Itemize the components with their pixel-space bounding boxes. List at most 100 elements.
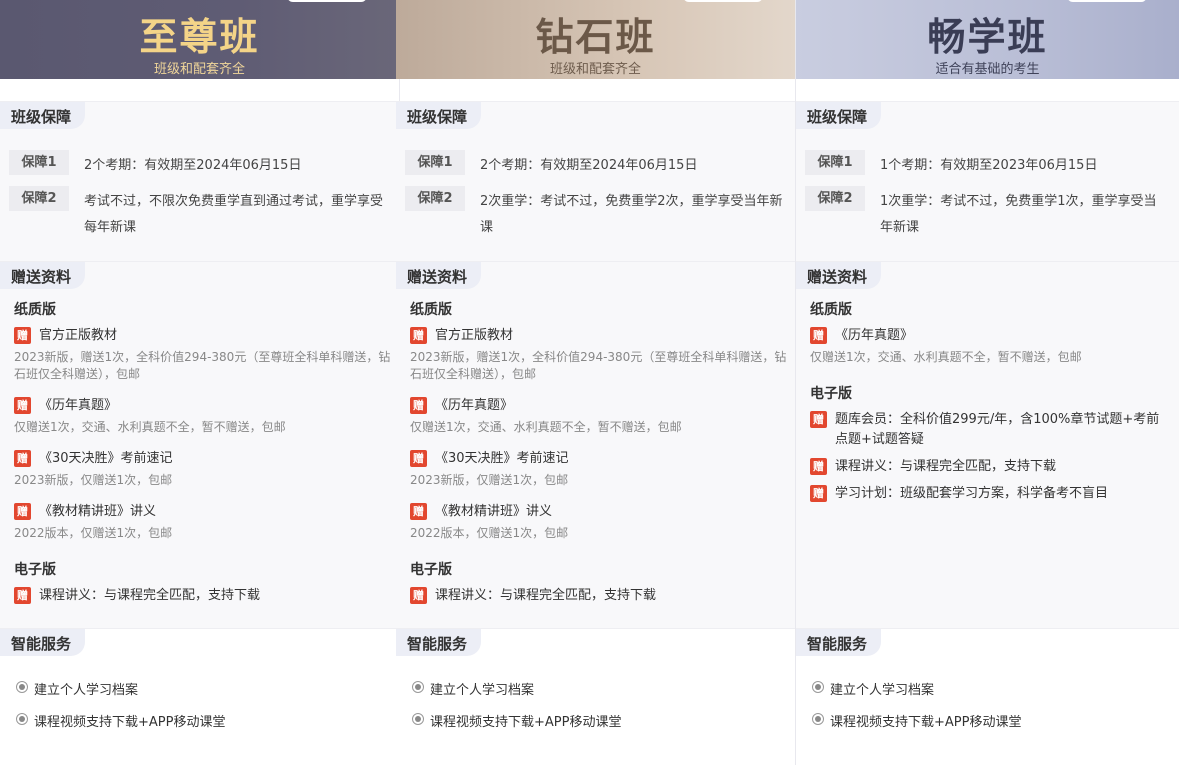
gift-desc: 2023新版，赠送1次，全科价值294-380元（至尊班全科单科赠送，钻石班仅全…	[14, 350, 391, 381]
gift-name: 《历年真题》	[435, 398, 514, 413]
section-heading: 赠送资料	[796, 262, 882, 289]
gift-badge-icon: 赠	[810, 485, 827, 502]
radio-dot-icon	[812, 681, 824, 693]
guarantee-tag: 保障1	[805, 150, 865, 175]
gift-name: 《教材精讲班》讲义	[435, 504, 553, 519]
gift-badge-icon: 赠	[410, 587, 427, 604]
service-label: 课程视频支持下载+APP移动课堂	[34, 715, 226, 730]
gift-section: 赠送资料 纸质版 赠 官方正版教材 2023新版，赠送1次，全科价值294-38…	[0, 261, 399, 628]
gift-name: 课程讲义：与课程完全匹配，支持下载	[39, 588, 261, 603]
paper-heading: 纸质版	[410, 302, 452, 318]
gift-name: 学习计划：班级配套学习方案，科学备考不盲目	[835, 486, 1109, 501]
class-subtitle: 适合有基础的考生	[935, 62, 1040, 77]
gift-name: 官方正版教材	[39, 328, 118, 343]
gift-badge-icon: 赠	[410, 327, 427, 344]
gift-name: 课程讲义：与课程完全匹配，支持下载	[835, 459, 1057, 474]
class-title: 钻石班	[535, 15, 656, 59]
class-subtitle: 班级和配套齐全	[153, 62, 245, 77]
class-title: 畅学班	[927, 15, 1048, 59]
guarantee-text: 1次重学：考试不过，免费重学1次，重学享受当年新课	[880, 194, 1157, 235]
guarantee-tag: 保障2	[9, 186, 69, 211]
section-heading: 赠送资料	[0, 262, 86, 289]
section-heading: 智能服务	[0, 629, 86, 656]
gift-badge-icon: 赠	[14, 450, 31, 467]
gift-desc: 2023新版，赠送1次，全科价值294-380元（至尊班全科单科赠送，钻石班仅全…	[410, 350, 787, 381]
service-section: 智能服务 建立个人学习档案 课程视频支持下载+APP移动课堂	[396, 628, 795, 765]
gift-desc: 2022版本，仅赠送1次，包邮	[14, 526, 173, 540]
guarantee-tag: 保障1	[405, 150, 465, 175]
service-section: 智能服务 建立个人学习档案 课程视频支持下载+APP移动课堂	[796, 628, 1179, 765]
radio-dot-icon	[812, 713, 824, 725]
guarantee-text: 2个考期：有效期至2024年06月15日	[480, 158, 698, 173]
service-section: 智能服务 建立个人学习档案 课程视频支持下载+APP移动课堂	[0, 628, 399, 765]
guarantee-text: 考试不过，不限次免费重学直到通过考试，重学享受每年新课	[84, 194, 384, 235]
gift-badge-icon: 赠	[810, 411, 827, 428]
gift-desc: 2023新版，仅赠送1次，包邮	[14, 473, 173, 487]
gift-badge-icon: 赠	[14, 327, 31, 344]
radio-dot-icon	[16, 713, 28, 725]
class-comparison: 至尊班 班级和配套齐全 班级保障 保障1 2个考期：有效期至2024年06月15…	[0, 0, 1179, 765]
guarantee-text: 2次重学：考试不过，免费重学2次，重学享受当年新课	[480, 194, 783, 235]
service-label: 建立个人学习档案	[430, 683, 535, 698]
gift-section: 赠送资料 纸质版 赠 官方正版教材 2023新版，赠送1次，全科价值294-38…	[396, 261, 795, 628]
class-title: 至尊班	[139, 15, 260, 59]
class-column-zhizun: 至尊班 班级和配套齐全 班级保障 保障1 2个考期：有效期至2024年06月15…	[0, 0, 400, 765]
guarantee-tag: 保障1	[9, 150, 69, 175]
service-label: 课程视频支持下载+APP移动课堂	[430, 715, 622, 730]
class-banner: 钻石班 班级和配套齐全	[396, 0, 795, 79]
guarantee-text: 1个考期：有效期至2023年06月15日	[880, 158, 1098, 173]
paper-heading: 纸质版	[810, 302, 852, 318]
service-label: 课程视频支持下载+APP移动课堂	[830, 715, 1022, 730]
section-heading: 智能服务	[396, 629, 482, 656]
guarantee-section: 班级保障 保障1 2个考期：有效期至2024年06月15日 保障2 考试不过，不…	[0, 101, 399, 261]
gift-badge-icon: 赠	[810, 458, 827, 475]
gift-name: 《30天决胜》考前速记	[39, 451, 173, 466]
gift-name: 课程讲义：与课程完全匹配，支持下载	[435, 588, 657, 603]
class-subtitle: 班级和配套齐全	[549, 62, 641, 77]
guarantee-tag: 保障2	[805, 186, 865, 211]
gift-badge-icon: 赠	[410, 450, 427, 467]
class-column-zuanshi: 钻石班 班级和配套齐全 班级保障 保障1 2个考期：有效期至2024年06月15…	[396, 0, 796, 765]
gift-badge-icon: 赠	[410, 397, 427, 414]
section-heading: 智能服务	[796, 629, 882, 656]
ebook-heading: 电子版	[410, 562, 452, 578]
gift-section: 赠送资料 纸质版 赠 《历年真题》 仅赠送1次，交通、水利真题不全，暂不赠送，包…	[796, 261, 1179, 628]
gift-name: 《教材精讲班》讲义	[39, 504, 157, 519]
radio-dot-icon	[412, 713, 424, 725]
section-heading: 班级保障	[396, 102, 482, 129]
ebook-heading: 电子版	[810, 386, 852, 402]
gift-name: 《历年真题》	[835, 328, 914, 343]
radio-dot-icon	[412, 681, 424, 693]
class-banner: 畅学班 适合有基础的考生	[796, 0, 1179, 79]
banner-corner-tab	[683, 0, 763, 2]
radio-dot-icon	[16, 681, 28, 693]
section-heading: 班级保障	[0, 102, 86, 129]
gift-badge-icon: 赠	[14, 587, 31, 604]
guarantee-tag: 保障2	[405, 186, 465, 211]
section-heading: 班级保障	[796, 102, 882, 129]
class-column-changxue: 畅学班 适合有基础的考生 班级保障 保障1 1个考期：有效期至2023年06月1…	[796, 0, 1179, 765]
banner-corner-tab	[1067, 0, 1147, 2]
gift-name: 《历年真题》	[39, 398, 118, 413]
gift-badge-icon: 赠	[810, 327, 827, 344]
gift-desc: 2022版本，仅赠送1次，包邮	[410, 526, 569, 540]
gift-badge-icon: 赠	[410, 503, 427, 520]
gift-desc: 仅赠送1次，交通、水利真题不全，暂不赠送，包邮	[410, 420, 682, 434]
ebook-heading: 电子版	[14, 562, 56, 578]
gift-name: 官方正版教材	[435, 328, 514, 343]
gift-desc: 2023新版，仅赠送1次，包邮	[410, 473, 569, 487]
gift-name: 《30天决胜》考前速记	[435, 451, 569, 466]
section-heading: 赠送资料	[396, 262, 482, 289]
banner-corner-tab	[287, 0, 367, 2]
guarantee-section: 班级保障 保障1 1个考期：有效期至2023年06月15日 保障2 1次重学：考…	[796, 101, 1179, 261]
gift-desc: 仅赠送1次，交通、水利真题不全，暂不赠送，包邮	[810, 350, 1082, 364]
gift-badge-icon: 赠	[14, 503, 31, 520]
guarantee-text: 2个考期：有效期至2024年06月15日	[84, 158, 302, 173]
class-banner: 至尊班 班级和配套齐全	[0, 0, 399, 79]
service-label: 建立个人学习档案	[34, 683, 139, 698]
paper-heading: 纸质版	[14, 302, 56, 318]
guarantee-section: 班级保障 保障1 2个考期：有效期至2024年06月15日 保障2 2次重学：考…	[396, 101, 795, 261]
service-label: 建立个人学习档案	[830, 683, 935, 698]
gift-badge-icon: 赠	[14, 397, 31, 414]
gift-name: 题库会员：全科价值299元/年，含100%章节试题+考前点题+试题答疑	[835, 412, 1160, 447]
